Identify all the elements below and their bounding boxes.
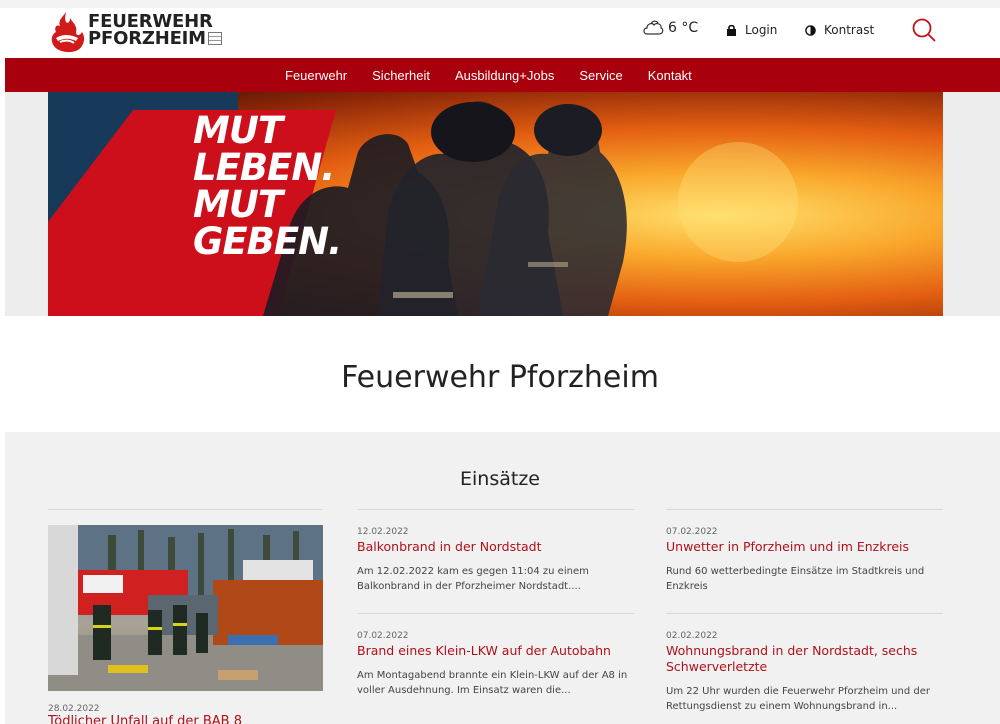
nav-item-ausbildung-jobs[interactable]: Ausbildung+Jobs [455, 68, 554, 83]
card-date: 07.02.2022 [357, 631, 409, 641]
city-grid-icon [207, 32, 222, 45]
news-card: 12.02.2022 Balkonbrand in der Nordstadt … [357, 527, 632, 594]
card-teaser: Um 22 Uhr wurden die Feuerwehr Pforzheim… [666, 686, 930, 712]
divider [357, 613, 635, 614]
logo-line-2: PFORZHEIM [88, 28, 206, 49]
hero-line-2: LEBEN. [193, 146, 335, 189]
nav-item-kontakt[interactable]: Kontakt [648, 68, 692, 83]
contrast-icon [805, 24, 816, 36]
news-card: 07.02.2022 Unwetter in Pforzheim und im … [666, 527, 941, 594]
news-card: 02.02.2022 Wohnungsbrand in der Nordstad… [666, 631, 941, 714]
card-title-link[interactable]: Balkonbrand in der Nordstadt [357, 539, 632, 555]
main-navigation: Feuerwehr Sicherheit Ausbildung+Jobs Ser… [5, 58, 1000, 92]
hero-line-3: MUT [193, 183, 283, 226]
lock-icon [727, 24, 736, 36]
weather-widget: 6 °C [642, 20, 698, 36]
firefighters-illustration [263, 101, 798, 316]
news-card: 07.02.2022 Brand eines Klein-LKW auf der… [357, 631, 632, 698]
search-icon[interactable] [911, 17, 937, 43]
card-teaser: Rund 60 wetterbedingte Einsätze im Stadt… [666, 566, 925, 592]
hero-banner: MUT LEBEN. MUT GEBEN. [48, 92, 943, 316]
card-teaser: Am 12.02.2022 kam es gegen 11:04 zu eine… [357, 566, 589, 592]
accident-scene-illustration [48, 525, 323, 691]
card-title-link[interactable]: Unwetter in Pforzheim und im Enzkreis [666, 539, 941, 555]
divider [666, 613, 943, 614]
hero-line-1: MUT [193, 109, 283, 152]
divider [48, 509, 323, 510]
card-date: 02.02.2022 [666, 631, 718, 641]
divider [666, 509, 943, 510]
weather-temperature: 6 °C [668, 20, 699, 36]
card-teaser: Am Montagabend brannte ein Klein-LKW auf… [357, 670, 628, 696]
card-date: 12.02.2022 [357, 527, 409, 537]
card-date: 07.02.2022 [666, 527, 718, 537]
login-link[interactable]: Login [726, 23, 777, 37]
section-title: Einsätze [460, 468, 540, 490]
contrast-toggle[interactable]: Kontrast [805, 23, 874, 37]
nav-item-sicherheit[interactable]: Sicherheit [372, 68, 430, 83]
featured-date: 28.02.2022 [48, 704, 100, 714]
hero-line-4: GEBEN. [193, 220, 342, 263]
contrast-label: Kontrast [824, 23, 875, 37]
featured-image[interactable] [48, 525, 323, 691]
logo-wordmark: FEUERWEHR PFORZHEIM [88, 13, 222, 49]
divider [357, 509, 635, 510]
flame-logo-icon [51, 12, 85, 53]
nav-item-service[interactable]: Service [579, 68, 622, 83]
card-title-link[interactable]: Wohnungsbrand in der Nordstadt, sechs Sc… [666, 643, 941, 675]
hero-slogan: MUT LEBEN. MUT GEBEN. [193, 109, 342, 263]
site-logo[interactable]: FEUERWEHR PFORZHEIM [48, 10, 238, 54]
card-title-link[interactable]: Brand eines Klein-LKW auf der Autobahn [357, 643, 632, 659]
featured-title-link[interactable]: Tödlicher Unfall auf der BAB 8 [48, 714, 242, 724]
cloud-icon [643, 20, 664, 35]
login-label: Login [745, 23, 778, 37]
page-title: Feuerwehr Pforzheim [341, 360, 659, 395]
site-header: FEUERWEHR PFORZHEIM 6 °C Login Kontrast [0, 0, 1000, 58]
nav-item-feuerwehr[interactable]: Feuerwehr [285, 68, 347, 83]
